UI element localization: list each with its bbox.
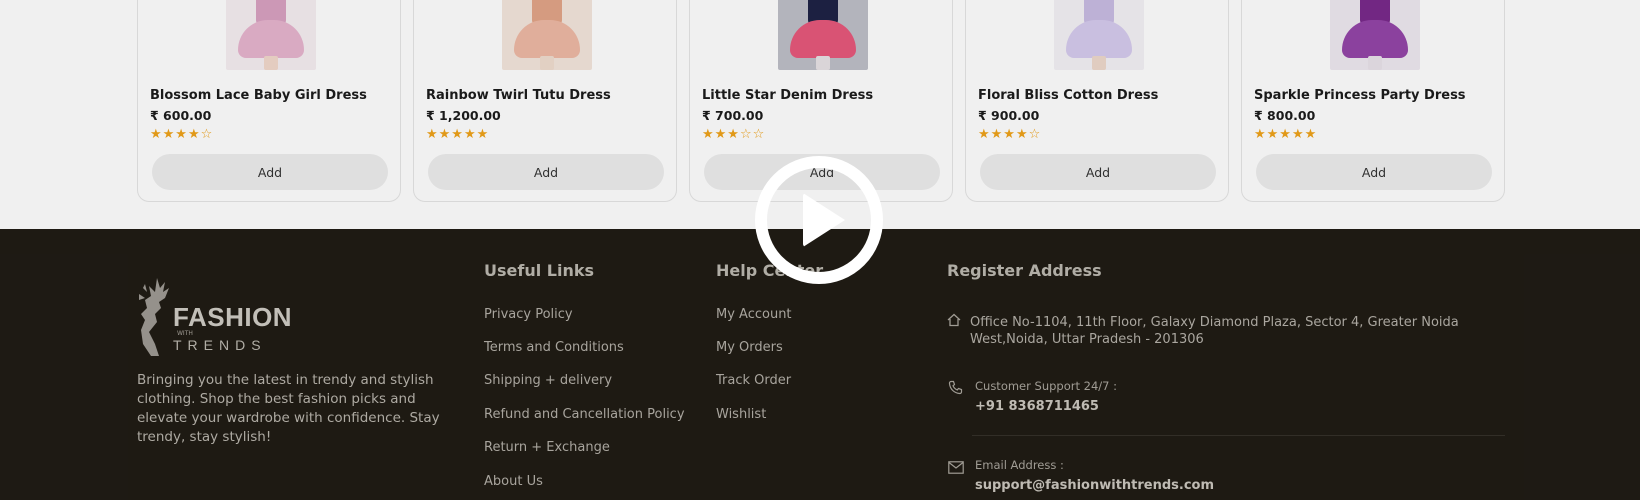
add-to-cart-button[interactable]: Add — [1256, 154, 1492, 190]
product-name[interactable]: Floral Bliss Cotton Dress — [978, 88, 1158, 103]
product-image[interactable] — [1330, 0, 1420, 70]
product-rating: ★★★★★ — [426, 127, 490, 142]
support-email[interactable]: support@fashionwithtrends.com — [975, 478, 1214, 493]
add-to-cart-button[interactable]: Add — [428, 154, 664, 190]
mail-icon — [948, 459, 964, 478]
product-card[interactable]: Blossom Lace Baby Girl Dress ₹ 600.00 ★★… — [137, 0, 401, 202]
product-rating: ★★★★★ — [1254, 127, 1318, 142]
add-to-cart-button[interactable]: Add — [980, 154, 1216, 190]
product-name[interactable]: Sparkle Princess Party Dress — [1254, 88, 1466, 103]
brand-trends: TRENDS — [173, 337, 267, 353]
link-refund-cancellation[interactable]: Refund and Cancellation Policy — [484, 407, 685, 422]
footer-tagline: Bringing you the latest in trendy and st… — [137, 372, 440, 445]
product-image[interactable] — [226, 0, 316, 70]
product-card[interactable]: Sparkle Princess Party Dress ₹ 800.00 ★★… — [1241, 0, 1505, 202]
product-card[interactable]: Rainbow Twirl Tutu Dress ₹ 1,200.00 ★★★★… — [413, 0, 677, 202]
link-my-account[interactable]: My Account — [716, 307, 792, 322]
product-price: ₹ 600.00 — [150, 108, 212, 123]
phone-icon — [948, 380, 963, 399]
product-rating: ★★★★☆ — [978, 127, 1042, 142]
brand-name: FASHION — [173, 302, 293, 332]
add-to-cart-button[interactable]: Add — [152, 154, 388, 190]
home-icon — [947, 312, 961, 331]
brand-logo[interactable]: FASHION WITH TRENDS — [135, 274, 305, 356]
product-price: ₹ 900.00 — [978, 108, 1040, 123]
product-price: ₹ 800.00 — [1254, 108, 1316, 123]
product-price: ₹ 1,200.00 — [426, 108, 501, 123]
brand-with: WITH — [177, 330, 193, 337]
link-terms-conditions[interactable]: Terms and Conditions — [484, 340, 624, 355]
support-label: Customer Support 24/7 : — [975, 379, 1117, 393]
useful-links-title: Useful Links — [484, 261, 595, 280]
product-card[interactable]: Floral Bliss Cotton Dress ₹ 900.00 ★★★★☆… — [965, 0, 1229, 202]
register-address-title: Register Address — [947, 261, 1102, 280]
register-address-text: Office No-1104, 11th Floor, Galaxy Diamo… — [970, 315, 1459, 347]
product-name[interactable]: Blossom Lace Baby Girl Dress — [150, 88, 367, 103]
product-image[interactable] — [502, 0, 592, 70]
product-image[interactable] — [1054, 0, 1144, 70]
link-my-orders[interactable]: My Orders — [716, 340, 783, 355]
link-return-exchange[interactable]: Return + Exchange — [484, 440, 610, 455]
link-privacy-policy[interactable]: Privacy Policy — [484, 307, 573, 322]
product-name[interactable]: Little Star Denim Dress — [702, 88, 873, 103]
link-shipping-delivery[interactable]: Shipping + delivery — [484, 373, 612, 388]
product-name[interactable]: Rainbow Twirl Tutu Dress — [426, 88, 611, 103]
link-track-order[interactable]: Track Order — [716, 373, 791, 388]
video-play-button[interactable] — [755, 156, 883, 284]
email-label: Email Address : — [975, 458, 1064, 472]
product-image[interactable] — [778, 0, 868, 70]
link-wishlist[interactable]: Wishlist — [716, 407, 766, 422]
product-rating: ★★★★☆ — [150, 127, 214, 142]
product-price: ₹ 700.00 — [702, 108, 764, 123]
support-phone[interactable]: +91 8368711465 — [975, 399, 1099, 414]
address-divider — [972, 435, 1505, 436]
link-about-us[interactable]: About Us — [484, 474, 543, 489]
product-rating: ★★★☆☆ — [702, 127, 766, 142]
play-icon — [803, 193, 845, 247]
